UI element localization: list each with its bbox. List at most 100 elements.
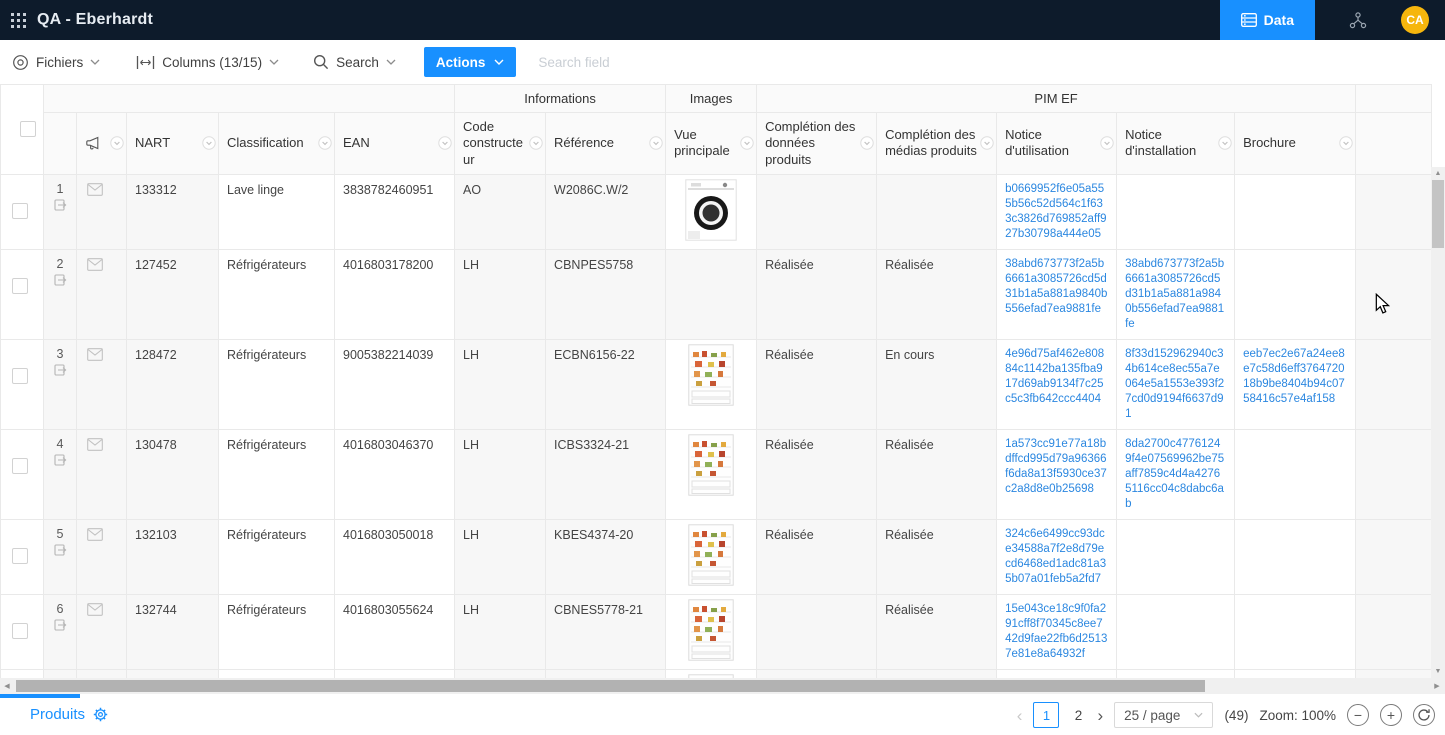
cell-data_completion[interactable]: Réalisée [757, 519, 877, 594]
cell-code[interactable]: LH [455, 339, 546, 429]
cell-media_completion[interactable]: Réalisée [877, 429, 997, 519]
cell-ean[interactable]: 3838782460951 [335, 174, 455, 249]
document-link[interactable]: b0669952f6e05a555b56c52d564c1f633c3826d7… [1005, 182, 1108, 242]
cell-code[interactable]: LH [455, 429, 546, 519]
document-link[interactable]: 38abd673773f2a5b6661a3085726cd5d31b1a5a8… [1125, 257, 1226, 332]
cell-media_completion[interactable]: Réalisée [877, 249, 997, 339]
expand-row-icon[interactable] [54, 199, 67, 211]
cell-image[interactable] [666, 339, 757, 429]
cell-brochure[interactable] [1235, 669, 1356, 678]
row-checkbox[interactable] [12, 368, 28, 384]
mail-icon[interactable] [87, 603, 126, 616]
cell-brochure[interactable]: eeb7ec2e67a24ee8e7c58d6eff376472018b9be8… [1235, 339, 1356, 429]
cell-data_completion[interactable] [757, 594, 877, 669]
expand-row-icon[interactable] [54, 619, 67, 631]
cell-data_completion[interactable]: Réalisée [757, 339, 877, 429]
refresh-button[interactable] [1413, 704, 1435, 726]
cell-classification[interactable]: Réfrigérateurs [219, 429, 335, 519]
cell-notice_install[interactable] [1117, 594, 1235, 669]
document-link[interactable]: 8da2700c47761249f4e07569962be75aff7859c4… [1125, 437, 1226, 512]
cell-code[interactable]: LH [455, 249, 546, 339]
cell-notice_install[interactable]: 8f33d152962940c34b614ce8ec55a7e064e5a155… [1117, 339, 1235, 429]
document-link[interactable]: 4e96d75af462e80884c1142ba135fba917d69ab9… [1005, 347, 1108, 407]
cell-image[interactable] [666, 594, 757, 669]
cell-data_completion[interactable]: Réalisée [757, 429, 877, 519]
cell-code[interactable]: AO [455, 174, 546, 249]
row-checkbox[interactable] [12, 203, 28, 219]
filter-chevron-icon[interactable] [649, 136, 663, 150]
expand-row-icon[interactable] [54, 544, 67, 556]
horizontal-scrollbar[interactable]: ◀ ▶ [0, 678, 1445, 694]
cell-notice_use[interactable]: 38abd673773f2a5b6661a3085726cd5d31b1a5a8… [997, 249, 1117, 339]
next-page-icon[interactable]: › [1097, 707, 1103, 724]
cell-brochure[interactable] [1235, 249, 1356, 339]
cell-nart[interactable]: 132744 [127, 594, 219, 669]
document-link[interactable]: 324c6e6499cc93dce34588a7f2e8d79ecd6468ed… [1005, 527, 1108, 587]
cell-notice_install[interactable]: 38abd673773f2a5b6661a3085726cd5d31b1a5a8… [1117, 249, 1235, 339]
cell-notice_install[interactable]: 8da2700c47761249f4e07569962be75aff7859c4… [1117, 429, 1235, 519]
cell-media_completion[interactable]: En cours [877, 339, 997, 429]
cell-reference[interactable]: ICBS3324-21 [546, 429, 666, 519]
cell-notice_use[interactable]: 69cf7019a9d0c3c1269de21eccb0b0b96a089da9… [997, 669, 1117, 678]
cell-brochure[interactable] [1235, 174, 1356, 249]
cell-brochure[interactable] [1235, 594, 1356, 669]
search-field-input[interactable] [538, 55, 768, 70]
actions-button[interactable]: Actions [424, 47, 517, 77]
filter-chevron-icon[interactable] [202, 136, 216, 150]
mail-icon[interactable] [87, 528, 126, 541]
document-link[interactable]: 38abd673773f2a5b6661a3085726cd5d31b1a5a8… [1005, 257, 1108, 317]
fichiers-menu[interactable]: Fichiers [12, 54, 100, 71]
page-button-2[interactable]: 2 [1070, 708, 1086, 723]
vertical-scroll-thumb[interactable] [1432, 180, 1444, 248]
cell-notice_use[interactable]: b0669952f6e05a555b56c52d564c1f633c3826d7… [997, 174, 1117, 249]
cell-reference[interactable]: CBNPES5758 [546, 249, 666, 339]
cell-data_completion[interactable]: Réalisée [757, 249, 877, 339]
cell-image[interactable] [666, 249, 757, 339]
cell-reference[interactable]: CBNES5778-21 [546, 594, 666, 669]
cell-code[interactable]: LH [455, 669, 546, 678]
mail-icon[interactable] [87, 258, 126, 271]
document-link[interactable]: 1a573cc91e77a18bdffcd995d79a96366f6da8a1… [1005, 437, 1108, 497]
cell-nart[interactable]: 128472 [127, 339, 219, 429]
filter-chevron-icon[interactable] [860, 136, 874, 150]
scroll-left-icon[interactable]: ◀ [0, 678, 14, 694]
filter-chevron-icon[interactable] [980, 136, 994, 150]
nav-tab-data[interactable]: Data [1220, 0, 1315, 40]
cell-reference[interactable]: W2086C.W/2 [546, 174, 666, 249]
search-menu[interactable]: Search [313, 54, 396, 70]
zoom-in-button[interactable]: + [1380, 704, 1402, 726]
cell-nart[interactable]: 133312 [127, 174, 219, 249]
filter-chevron-icon[interactable] [318, 136, 332, 150]
cell-classification[interactable]: Réfrigérateurs [219, 519, 335, 594]
cell-ean[interactable]: 4016803046370 [335, 429, 455, 519]
zoom-out-button[interactable]: − [1347, 704, 1369, 726]
cell-data_completion[interactable] [757, 174, 877, 249]
mail-icon[interactable] [87, 183, 126, 196]
vertical-scrollbar[interactable]: ▲ ▼ [1431, 167, 1445, 678]
document-link[interactable]: eeb7ec2e67a24ee8e7c58d6eff376472018b9be8… [1243, 347, 1347, 407]
cell-classification[interactable]: Réfrigérateurs [219, 669, 335, 678]
horizontal-scroll-thumb[interactable] [16, 680, 1205, 692]
scroll-down-icon[interactable]: ▼ [1431, 665, 1445, 678]
page-button-1[interactable]: 1 [1033, 702, 1059, 728]
cell-ean[interactable]: 4016803178200 [335, 249, 455, 339]
select-all-checkbox[interactable] [20, 121, 36, 137]
expand-row-icon[interactable] [54, 454, 67, 466]
cell-image[interactable] [666, 174, 757, 249]
cell-data_completion[interactable] [757, 669, 877, 678]
filter-chevron-icon[interactable] [1218, 136, 1232, 150]
filter-chevron-icon[interactable] [529, 136, 543, 150]
cell-reference[interactable]: CU281-21 [546, 669, 666, 678]
cell-classification[interactable]: Réfrigérateurs [219, 339, 335, 429]
document-link[interactable]: 8f33d152962940c34b614ce8ec55a7e064e5a155… [1125, 347, 1226, 422]
cell-nart[interactable]: 130478 [127, 429, 219, 519]
cell-code[interactable]: LH [455, 594, 546, 669]
filter-chevron-icon[interactable] [1339, 136, 1353, 150]
cell-media_completion[interactable]: Réalisée [877, 594, 997, 669]
cell-classification[interactable]: Réfrigérateurs [219, 594, 335, 669]
network-icon[interactable] [1349, 12, 1367, 29]
cell-notice_use[interactable]: 4e96d75af462e80884c1142ba135fba917d69ab9… [997, 339, 1117, 429]
page-size-select[interactable]: 25 / page [1114, 702, 1213, 728]
mail-icon[interactable] [87, 438, 126, 451]
cell-image[interactable] [666, 669, 757, 678]
